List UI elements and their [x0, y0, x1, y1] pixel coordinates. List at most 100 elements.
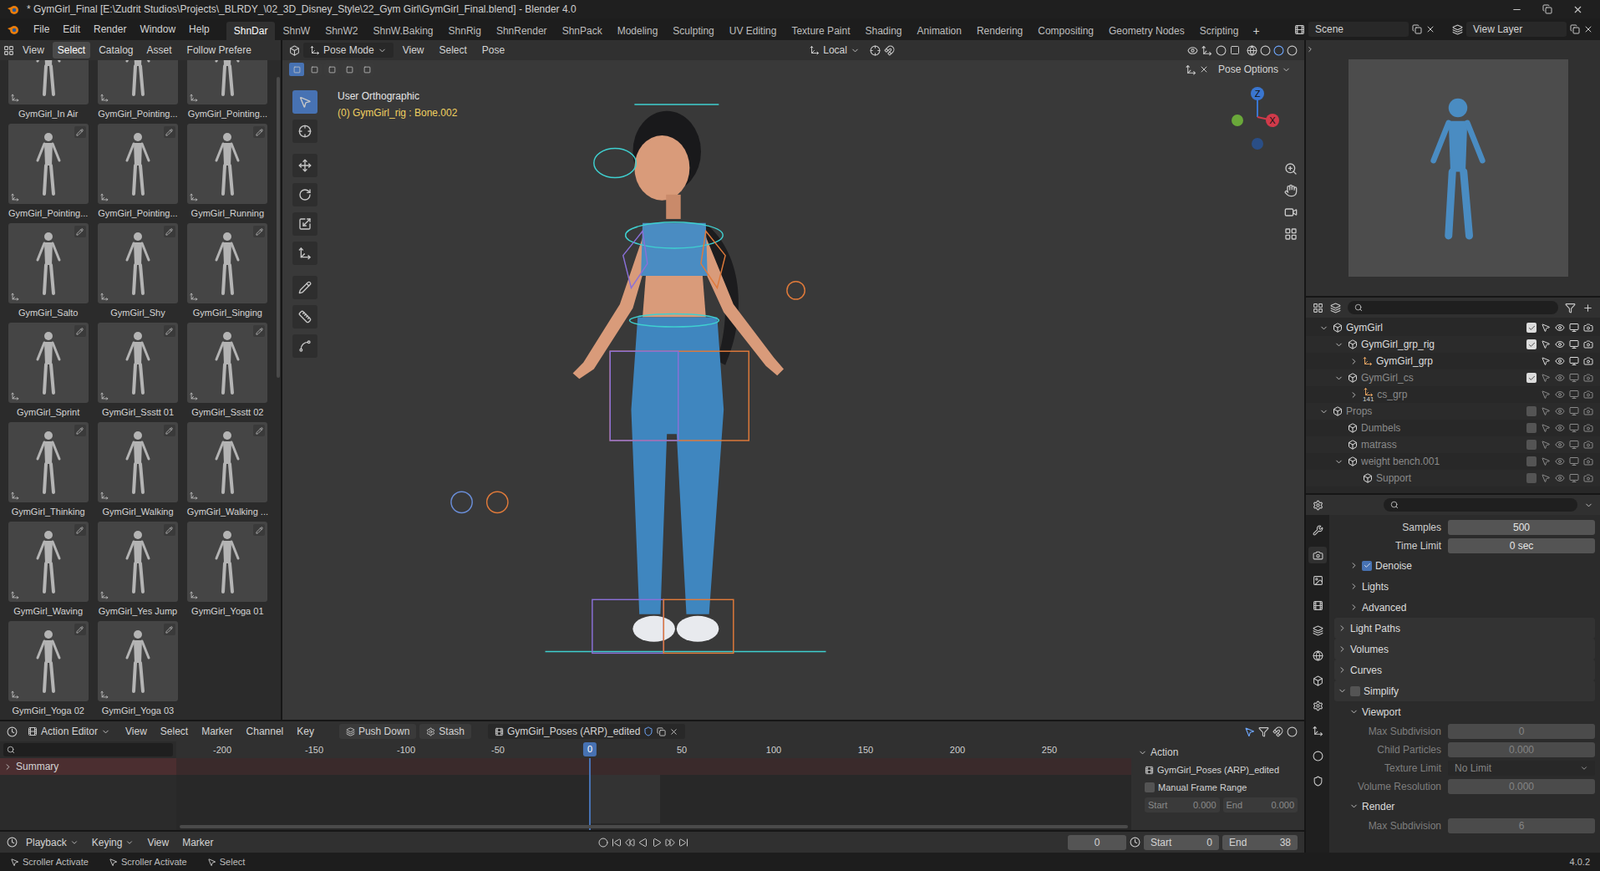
render-icon[interactable] [1583, 439, 1594, 450]
outliner-row[interactable]: GymGirl_cs [1305, 369, 1600, 387]
wireframe-shading-icon[interactable] [1246, 45, 1258, 56]
zoom-icon[interactable] [1284, 162, 1298, 176]
selectable-icon[interactable] [1540, 422, 1551, 433]
asset-menu-item[interactable]: Select [52, 41, 91, 59]
render-icon[interactable] [1583, 372, 1594, 383]
expand-icon[interactable] [1334, 340, 1344, 350]
tool-button[interactable] [292, 304, 318, 329]
search-icon[interactable] [1354, 303, 1363, 312]
check-icon[interactable] [1528, 324, 1536, 332]
frame-ruler[interactable]: -200-150-100-500501001502002500 [176, 741, 1132, 758]
action-icon[interactable] [100, 590, 109, 600]
channel-search[interactable] [3, 742, 173, 757]
editor-type-icon[interactable] [6, 726, 18, 737]
ortho-icon[interactable] [1284, 227, 1298, 241]
collection-icon[interactable] [1347, 439, 1358, 450]
mode-dropdown[interactable]: Pose Mode [303, 42, 394, 58]
measure-icon[interactable] [298, 309, 312, 324]
collection-icon[interactable] [1347, 456, 1358, 467]
properties-tab[interactable] [1308, 696, 1327, 714]
fake-user-icon[interactable] [643, 726, 654, 737]
action-icon[interactable] [100, 292, 109, 301]
action-icon[interactable] [10, 391, 20, 401]
new-action-icon[interactable] [656, 726, 666, 737]
edit-icon[interactable] [165, 228, 173, 236]
editor-type-icon[interactable] [3, 45, 15, 56]
render-icon[interactable] [1583, 422, 1594, 433]
panel-header[interactable]: Volumes [1334, 638, 1595, 660]
visibility-icon[interactable] [1554, 439, 1565, 450]
asset-item[interactable]: GymGirl_Shy [92, 223, 183, 323]
action-icon[interactable] [100, 491, 109, 500]
chevron-down-icon[interactable] [850, 45, 860, 56]
edit-icon[interactable] [76, 526, 84, 534]
action-icon[interactable] [189, 292, 199, 301]
asset-item[interactable]: GymGirl_Walking [92, 421, 183, 522]
outliner-row[interactable]: Dumbels [1305, 419, 1600, 437]
preview-range-icon[interactable] [1129, 836, 1141, 848]
select-mode-icon[interactable] [345, 66, 354, 74]
selectable-icon[interactable] [1540, 472, 1551, 483]
pose-mode-icon[interactable] [309, 45, 320, 56]
properties-tab[interactable] [1308, 596, 1327, 614]
start-frame-field[interactable]: Start0 [1143, 834, 1220, 850]
curve-icon[interactable] [298, 339, 312, 353]
selectable-icon[interactable] [1540, 355, 1551, 366]
check-icon[interactable] [1528, 340, 1536, 349]
workspace-tab[interactable]: Shading [857, 21, 910, 41]
workspace-tab[interactable]: ShnPack [554, 21, 610, 41]
mouse-icon[interactable] [108, 857, 118, 867]
workspace-tab[interactable]: Compositing [1030, 21, 1102, 41]
panel-checkbox[interactable] [1361, 560, 1372, 571]
play-reverse-icon[interactable] [638, 837, 649, 848]
visibility-icon[interactable] [1554, 322, 1565, 333]
duplicate-scene-icon[interactable] [1412, 24, 1423, 35]
render-icon[interactable] [1583, 406, 1594, 417]
tool-button[interactable] [292, 90, 318, 114]
property-field[interactable]: Samples500 [1334, 518, 1595, 537]
check-icon[interactable] [1363, 561, 1372, 569]
properties-tab-icon[interactable] [1312, 549, 1324, 561]
selectable-icon[interactable] [1540, 456, 1551, 467]
playback-menu-item[interactable]: View [142, 834, 174, 850]
filter-icon[interactable] [1258, 726, 1270, 737]
action-icon[interactable] [494, 726, 504, 737]
expand-icon[interactable] [1349, 356, 1359, 366]
search-icon[interactable] [1390, 500, 1399, 509]
panel-header[interactable]: Render [1334, 795, 1595, 817]
asset-menu-item[interactable]: Asset [142, 41, 178, 59]
menu-item[interactable]: File [26, 21, 56, 37]
workspace-tab[interactable]: ShnRig [441, 21, 489, 41]
proportional-icon[interactable] [1286, 726, 1298, 737]
property-field[interactable]: Max Subdivision6 [1334, 816, 1595, 835]
select-mode-button[interactable] [306, 62, 322, 77]
properties-tab-icon[interactable] [1312, 599, 1324, 611]
asset-item[interactable]: GymGirl_Pointing... [92, 60, 183, 124]
panel-header[interactable]: Viewport [1334, 700, 1595, 722]
collection-icon[interactable] [1347, 422, 1358, 433]
select-mode-button[interactable] [324, 62, 340, 77]
workspace-tab[interactable]: Scripting [1192, 21, 1247, 41]
menu-item[interactable]: Window [132, 21, 183, 37]
viewport-menu-item[interactable]: Pose [476, 42, 511, 58]
next-key-icon[interactable] [665, 837, 676, 848]
panel-expand-icon[interactable] [1337, 665, 1347, 675]
playback-menu-item[interactable]: Playback [20, 834, 84, 850]
keyframe-area[interactable] [176, 757, 1132, 830]
select-mode-button[interactable] [341, 62, 357, 77]
properties-tab-icon[interactable] [1312, 750, 1324, 762]
edit-icon[interactable] [255, 426, 264, 435]
action-menu-item[interactable]: Select [155, 723, 194, 739]
chevron-down-icon[interactable] [1281, 65, 1291, 75]
panel-header[interactable]: Curves [1334, 659, 1595, 681]
properties-tab-icon[interactable] [1312, 624, 1324, 636]
overlay-icon[interactable] [1215, 45, 1227, 56]
asset-menu-item[interactable]: View [17, 41, 50, 59]
action-icon[interactable] [10, 590, 20, 600]
stash-button[interactable]: Stash [419, 723, 472, 739]
chevron-down-icon[interactable] [125, 838, 134, 847]
edit-icon[interactable] [76, 128, 84, 137]
expand-icon[interactable] [3, 761, 13, 772]
include-checkbox[interactable] [1526, 439, 1537, 450]
outliner-search[interactable] [1347, 300, 1559, 315]
